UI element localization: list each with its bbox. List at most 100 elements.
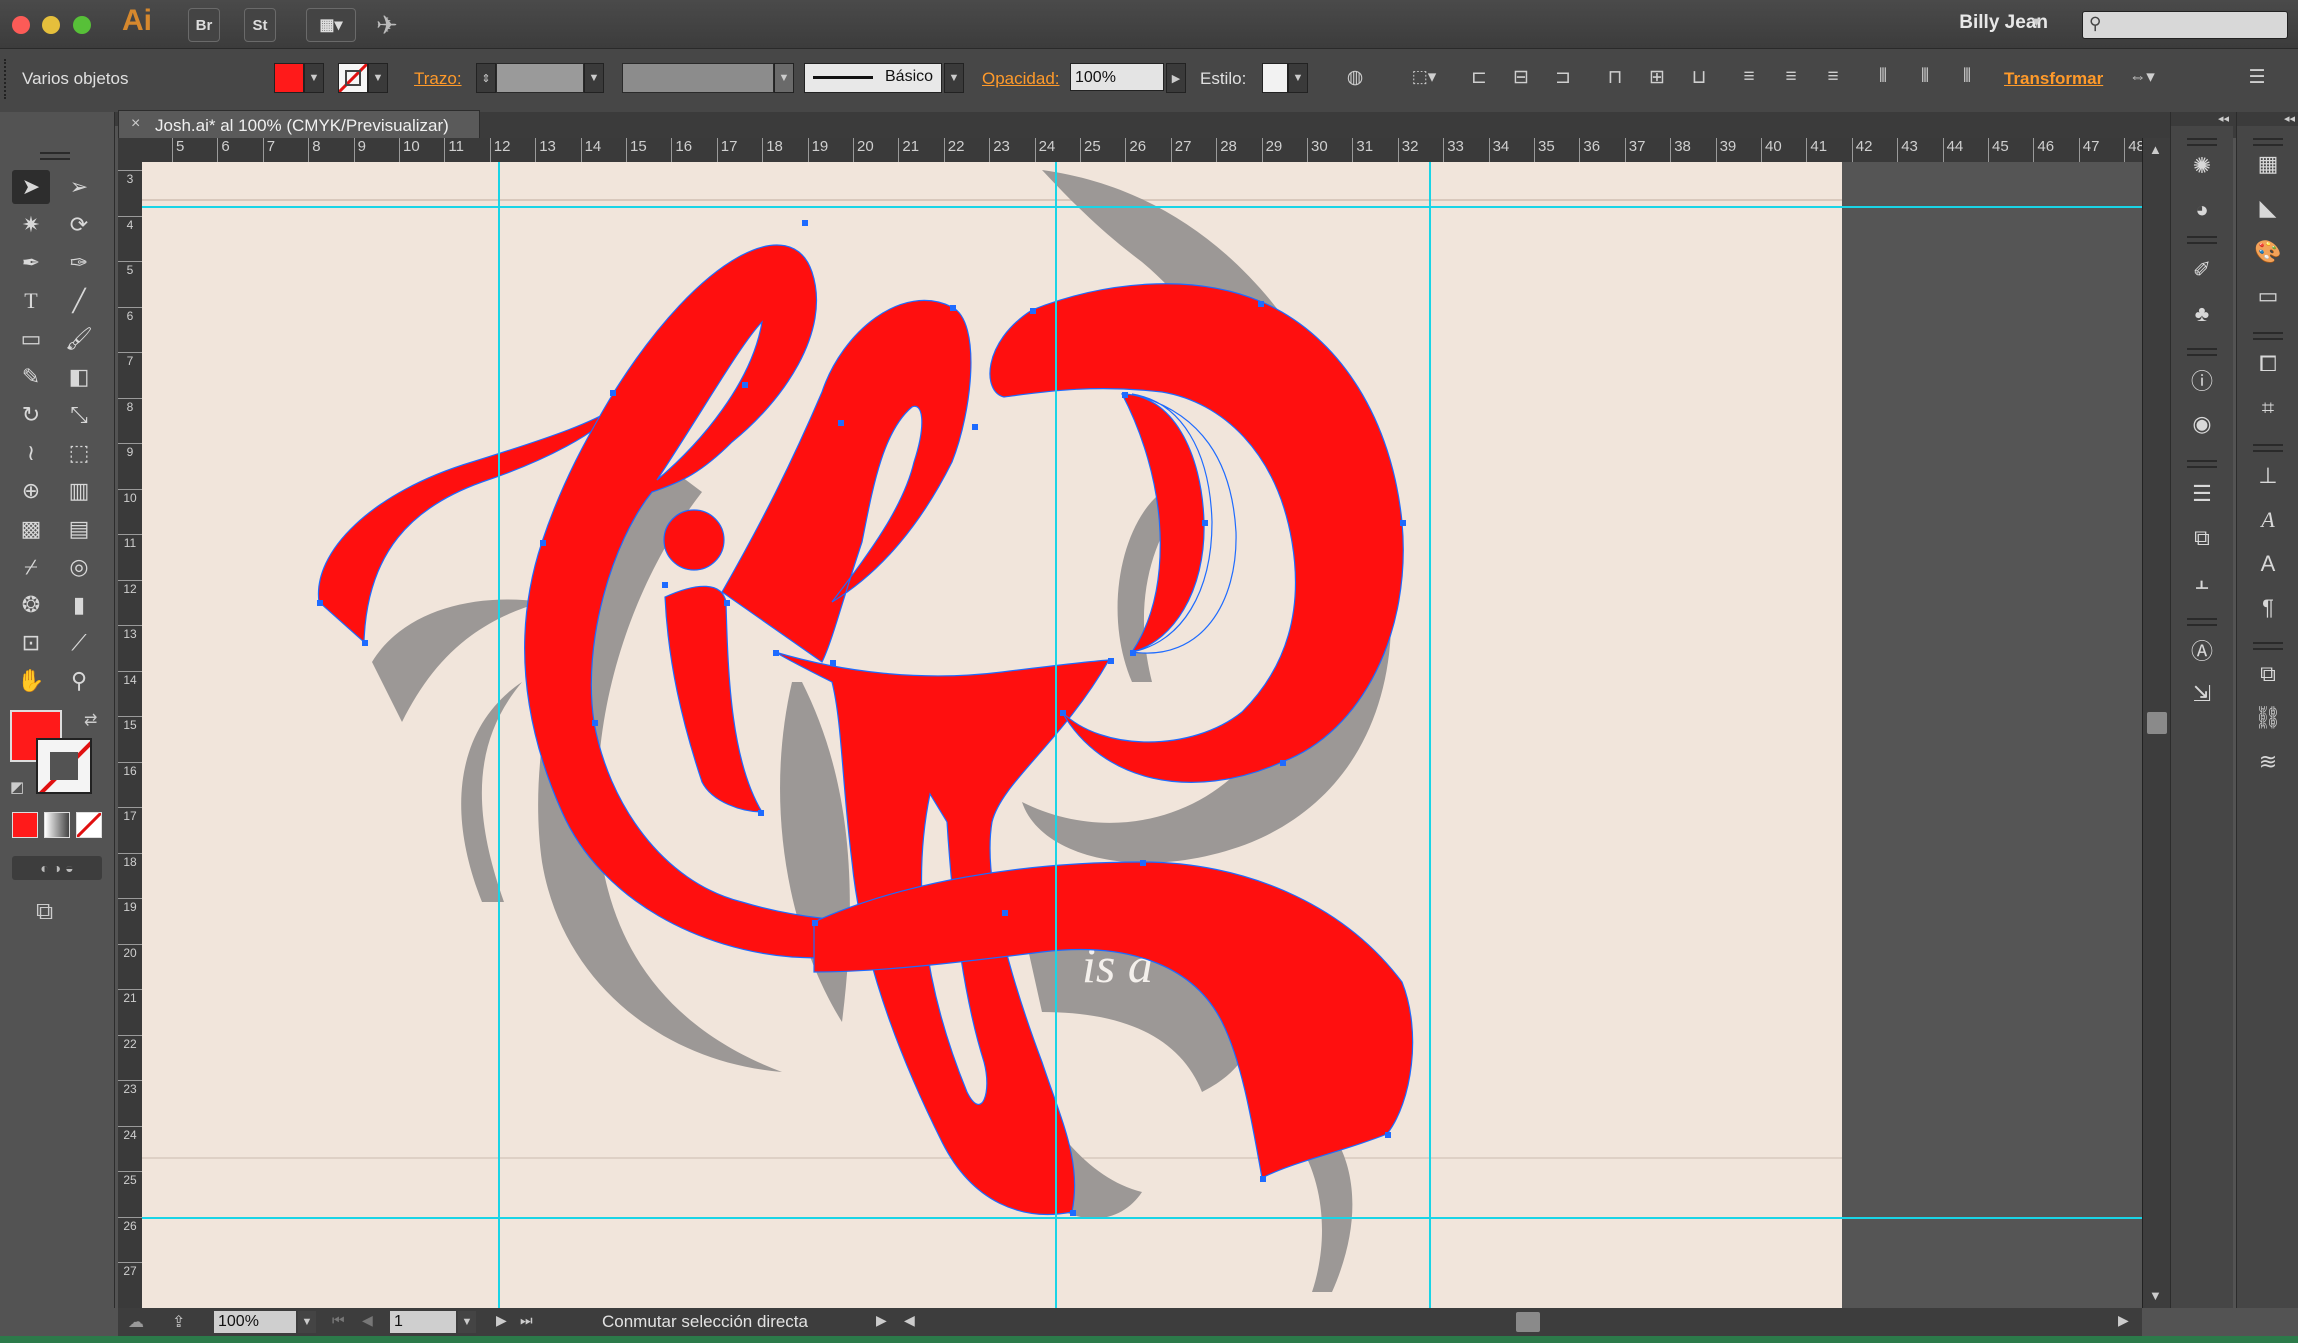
distribute-horizontal-center-icon[interactable]: ⫴ — [1912, 63, 1938, 91]
stroke-weight-dropdown[interactable]: ▼ — [584, 63, 604, 93]
color-themes-icon[interactable]: 🎨 — [2248, 234, 2288, 270]
dock-collapse-icon[interactable]: ◂◂ — [2237, 112, 2298, 126]
magic-wand-tool-icon[interactable]: ✷ — [12, 208, 50, 242]
stroke-weight-stepper[interactable]: ⇕ — [476, 63, 496, 93]
align-panel-icon[interactable]: ⫠ — [2182, 564, 2222, 600]
tab-document[interactable]: × Josh.ai* al 100% (CMYK/Previsualizar) — [118, 110, 480, 141]
transform-link[interactable]: Transformar — [2004, 69, 2103, 89]
previous-artboard-icon[interactable]: ◀ — [362, 1312, 373, 1329]
panel-grip[interactable] — [2253, 642, 2283, 650]
artboard-dropdown[interactable]: ▼ — [458, 1311, 476, 1333]
align-horizontal-center-icon[interactable]: ⊟ — [1508, 63, 1534, 91]
asset-export-icon[interactable]: ⇲ — [2182, 676, 2222, 712]
mesh-tool-icon[interactable]: ▩ — [12, 512, 50, 546]
pen-tool-icon[interactable]: ✒ — [12, 246, 50, 280]
scale-tool-icon[interactable]: ⤡ — [60, 398, 98, 432]
distribute-right-icon[interactable]: ⫴ — [1954, 63, 1980, 91]
variable-width-dropdown[interactable]: ▼ — [774, 63, 794, 93]
zoom-tool-icon[interactable]: ⚲ — [60, 664, 98, 698]
panel-grip[interactable] — [4, 59, 12, 99]
panel-grip[interactable] — [2187, 138, 2217, 146]
isolate-icon[interactable]: ⇔▾ — [2120, 63, 2164, 91]
artboard-number-field[interactable]: 1 — [390, 1311, 456, 1333]
brush-dropdown[interactable]: ▼ — [944, 63, 964, 93]
stroke-panel-icon[interactable]: ☰ — [2182, 476, 2222, 512]
layers-icon[interactable]: ≋ — [2248, 744, 2288, 780]
search-input[interactable]: ⚲ — [2082, 11, 2288, 39]
distribute-left-icon[interactable]: ⫴ — [1870, 63, 1896, 91]
stroke-label[interactable]: Trazo: — [414, 69, 462, 89]
live-paint-tool-icon[interactable]: ▥ — [60, 474, 98, 508]
rotate-tool-icon[interactable]: ↻ — [12, 398, 50, 432]
align-left-icon[interactable]: ⊏ — [1466, 63, 1492, 91]
distribute-bottom-icon[interactable]: ≡ — [1820, 63, 1846, 91]
color-guide-icon[interactable]: ✺ — [2182, 148, 2222, 184]
stroke-dropdown[interactable]: ▼ — [368, 63, 388, 93]
gpu-performance-icon[interactable]: ✈ — [376, 10, 398, 41]
variable-width-field[interactable] — [622, 63, 774, 93]
panel-grip[interactable] — [2253, 444, 2283, 452]
arrange-documents-icon[interactable]: ▦▾ — [306, 8, 356, 42]
bridge-button[interactable]: Br — [188, 8, 220, 42]
next-artboard-icon[interactable]: ▶ — [496, 1312, 507, 1329]
align-right-icon[interactable]: ⊐ — [1550, 63, 1576, 91]
brush-definition-field[interactable]: Básico — [804, 63, 942, 93]
graphic-style-swatch[interactable] — [1262, 63, 1288, 93]
screen-mode-icon[interactable]: ⧉ — [36, 898, 53, 926]
artboard-tool-icon[interactable]: ⊡ — [12, 626, 50, 660]
transparency-icon[interactable]: ▭ — [2248, 278, 2288, 314]
distribute-top-icon[interactable]: ≡ — [1736, 63, 1762, 91]
fill-color-swatch[interactable] — [274, 63, 304, 93]
pencil-tool-icon[interactable]: ✎ — [12, 360, 50, 394]
vertical-scrollbar[interactable]: ▲ ▼ — [2142, 138, 2171, 1308]
last-artboard-icon[interactable]: ⏭ — [520, 1312, 533, 1329]
zoom-window-button[interactable] — [73, 16, 91, 34]
shape-builder-tool-icon[interactable]: ⊕ — [12, 474, 50, 508]
cc-sync-icon[interactable]: ☁ — [128, 1312, 144, 1332]
scroll-left-icon[interactable]: ◀ — [904, 1312, 915, 1329]
panel-grip[interactable] — [2253, 138, 2283, 146]
drawing-modes-icon[interactable]: ◐ ◑ ◒ — [12, 856, 102, 880]
scroll-right-icon[interactable]: ▶ — [2118, 1312, 2129, 1329]
appearance-icon[interactable]: ◉ — [2182, 406, 2222, 442]
canvas[interactable]: is a — [142, 162, 2142, 1308]
line-segment-tool-icon[interactable]: ╱ — [60, 284, 98, 318]
paragraph-icon[interactable]: ¶ — [2248, 590, 2288, 626]
hand-tool-icon[interactable]: ✋ — [12, 664, 50, 698]
slice-tool-icon[interactable]: ⟋ — [60, 626, 98, 660]
color-mode-button[interactable] — [12, 812, 38, 838]
horizontal-scroll-thumb[interactable] — [1516, 1312, 1540, 1332]
links-icon[interactable]: ⛓ — [2248, 700, 2288, 736]
stroke-color-swatch[interactable] — [338, 63, 368, 93]
panel-grip[interactable] — [2187, 236, 2217, 244]
eraser-tool-icon[interactable]: ◧ — [60, 360, 98, 394]
column-graph-tool-icon[interactable]: ▮ — [60, 588, 98, 622]
artboards-panel-icon[interactable]: ⧠ — [2248, 346, 2288, 382]
first-artboard-icon[interactable]: ⏮ — [332, 1312, 345, 1329]
stock-button[interactable]: St — [244, 8, 276, 42]
dock-collapse-icon[interactable]: ◂◂ — [2171, 112, 2233, 126]
zoom-dropdown[interactable]: ▼ — [298, 1311, 316, 1333]
document-info-icon[interactable]: ⓘ — [2182, 362, 2222, 398]
zoom-level-field[interactable]: 100% — [214, 1311, 296, 1333]
close-tab-icon[interactable]: × — [131, 115, 140, 133]
blend-tool-icon[interactable]: ◎ — [60, 550, 98, 584]
vertical-ruler[interactable]: 3 4 5 6 7 8 9 10 11 12 13 14 15 16 17 18 19 20 21 22 23 24 25 2… — [118, 162, 143, 1308]
pathfinder-icon[interactable]: ⧉ — [2182, 520, 2222, 556]
vertical-scroll-thumb[interactable] — [2147, 712, 2167, 734]
character-icon[interactable]: A — [2248, 502, 2288, 538]
curvature-tool-icon[interactable]: ✑ — [60, 246, 98, 280]
graphic-style-dropdown[interactable]: ▼ — [1288, 63, 1308, 93]
rectangle-tool-icon[interactable]: ▭ — [12, 322, 50, 356]
status-message[interactable]: Conmutar selección directa — [602, 1312, 808, 1332]
eyedropper-tool-icon[interactable]: ⌿ — [12, 550, 50, 584]
minimize-window-button[interactable] — [42, 16, 60, 34]
stroke-color-box[interactable] — [36, 738, 92, 794]
default-fill-stroke-icon[interactable]: ◩ — [10, 778, 24, 796]
width-tool-icon[interactable]: ≀ — [12, 436, 50, 470]
share-icon[interactable]: ⇪ — [172, 1312, 185, 1332]
scroll-down-icon[interactable]: ▼ — [2149, 1288, 2162, 1303]
type-tool-icon[interactable]: T — [12, 284, 50, 318]
none-mode-button[interactable] — [76, 812, 102, 838]
align-bottom-icon[interactable]: ⊔ — [1686, 63, 1712, 91]
